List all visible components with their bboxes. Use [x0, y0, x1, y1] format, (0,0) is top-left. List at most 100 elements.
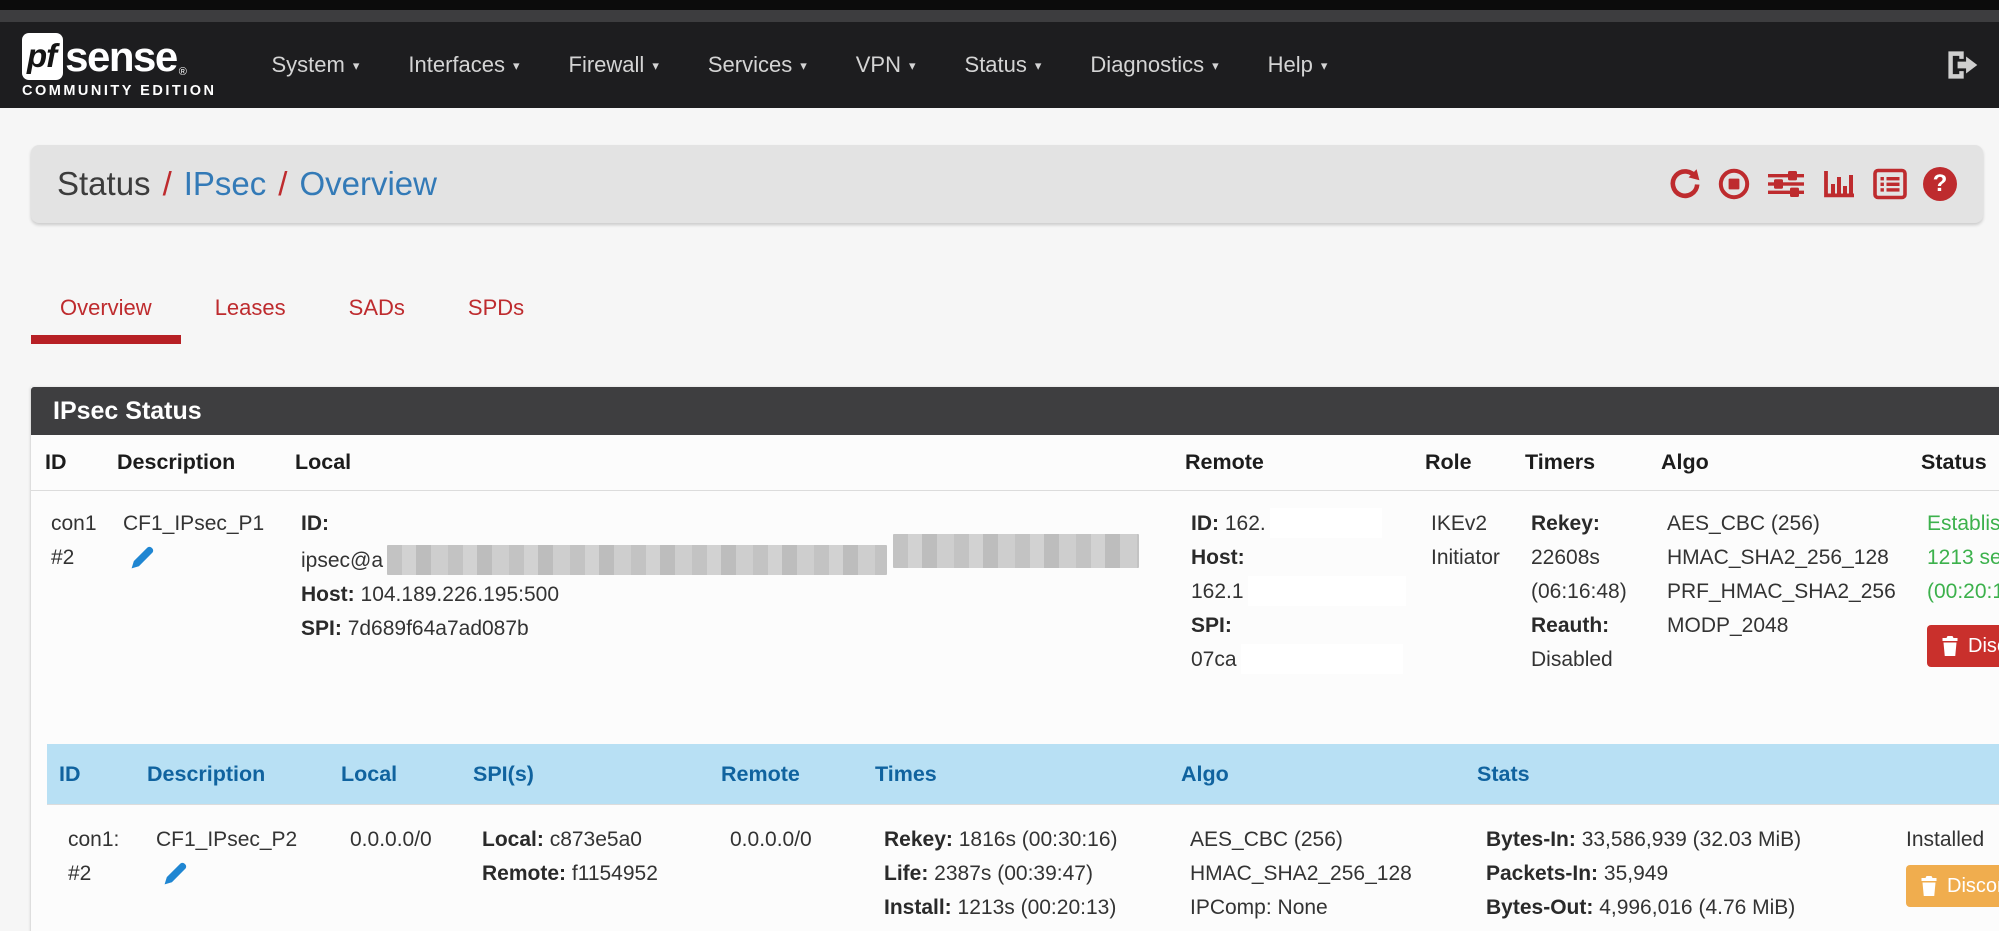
p2-remote-cell: 0.0.0.0/0 — [709, 805, 863, 931]
p2-col-header-description: Description — [135, 744, 329, 805]
edit-pencil-icon[interactable] — [129, 545, 155, 582]
ike-table: ID Description Local Remote Role Timers … — [31, 435, 1999, 931]
trash-icon — [1941, 636, 1959, 656]
disconnect-label: Disconnect — [1947, 873, 1999, 899]
p2-col-header-actions — [1885, 744, 1999, 805]
logo-row: pf sense ® — [22, 33, 216, 80]
bytes-in-label: Bytes-In: — [1486, 828, 1576, 851]
menu-item-help[interactable]: Help▾ — [1268, 52, 1328, 78]
col-header-status: Status — [1907, 435, 1999, 491]
disconnect-p1-button[interactable]: Disconnect — [1927, 625, 1999, 667]
timers-rekey-value: 22608s — [1531, 541, 1639, 575]
col-header-remote: Remote — [1171, 435, 1411, 491]
trash-icon — [1920, 876, 1938, 896]
algo-line: MODP_2048 — [1667, 609, 1899, 643]
menu-item-status[interactable]: Status▾ — [965, 52, 1042, 78]
menu-label: Interfaces — [408, 52, 505, 78]
spi-remote-label: Remote: — [482, 862, 566, 885]
packets-in-value: 35,949 — [1604, 862, 1668, 885]
redaction-block — [1241, 644, 1403, 674]
menu-label: VPN — [856, 52, 901, 78]
col-header-algo: Algo — [1647, 435, 1907, 491]
col-header-role: Role — [1411, 435, 1511, 491]
times-rekey-label: Rekey: — [884, 828, 953, 851]
child-table-row: ID Description Local SPI(s) Remote Times… — [31, 719, 1999, 931]
algo-line: PRF_HMAC_SHA2_256 — [1667, 575, 1899, 609]
col-header-local: Local — [281, 435, 1171, 491]
bar-chart-icon[interactable] — [1821, 167, 1857, 201]
ike-status-cell: Established 1213 seconds (00:20:13) ago … — [1907, 491, 1999, 720]
tab-spds[interactable]: SPDs — [439, 279, 553, 344]
tab-label: SADs — [349, 295, 405, 320]
menu-item-diagnostics[interactable]: Diagnostics▾ — [1090, 52, 1218, 78]
remote-id-label: ID: — [1191, 512, 1219, 535]
algo-line: AES_CBC (256) — [1190, 823, 1457, 857]
bytes-in-value: 33,586,939 (32.03 MiB) — [1582, 828, 1801, 851]
menu-label: Diagnostics — [1090, 52, 1204, 78]
ike-timers-cell: Rekey: 22608s (06:16:48) Reauth: Disable… — [1511, 491, 1647, 720]
role-line2: Initiator — [1431, 541, 1503, 575]
breadcrumb-separator: / — [163, 165, 172, 203]
times-life-value: 2387s (00:39:47) — [934, 862, 1093, 885]
p2-description: CF1_IPsec_P2 — [156, 823, 321, 857]
col-header-timers: Timers — [1511, 435, 1647, 491]
redaction-block — [1270, 508, 1382, 538]
tab-overview[interactable]: Overview — [31, 279, 181, 344]
tab-leases[interactable]: Leases — [186, 279, 315, 344]
redaction-block — [387, 545, 887, 575]
sliders-icon[interactable] — [1766, 167, 1806, 201]
times-install-value: 1213s (00:20:13) — [958, 896, 1117, 919]
chevron-down-icon: ▾ — [513, 58, 520, 74]
p2-local-cell: 0.0.0.0/0 — [329, 805, 461, 931]
help-icon[interactable]: ? — [1923, 167, 1957, 201]
remote-host-value: 162.1 — [1191, 580, 1244, 603]
list-icon[interactable] — [1872, 167, 1908, 201]
status-established: Established — [1927, 507, 1999, 541]
tab-label: Overview — [60, 295, 152, 320]
disconnect-label: Disconnect — [1968, 633, 1999, 659]
p2-spi-cell: Local: c873e5a0 Remote: f1154952 — [461, 805, 709, 931]
sign-out-icon — [1943, 48, 1981, 82]
p2-col-header-stats: Stats — [1465, 744, 1885, 805]
chevron-down-icon: ▾ — [652, 58, 659, 74]
menu-item-firewall[interactable]: Firewall▾ — [569, 52, 659, 78]
p2-description-cell: CF1_IPsec_P2 — [135, 805, 329, 931]
edit-pencil-icon[interactable] — [162, 861, 188, 898]
tab-label: SPDs — [468, 295, 524, 320]
stop-icon[interactable] — [1717, 167, 1751, 201]
ike-header-row: ID Description Local Remote Role Timers … — [31, 435, 1999, 491]
p2-remote-value: 0.0.0.0/0 — [730, 823, 855, 857]
ipsec-status-panel: IPsec Status ID Description Local Remote… — [31, 387, 1999, 931]
p2-col-header-spis: SPI(s) — [461, 744, 709, 805]
tab-label: Leases — [215, 295, 286, 320]
pfsense-logo[interactable]: pf sense ® COMMUNITY EDITION — [22, 33, 216, 99]
menu-item-vpn[interactable]: VPN▾ — [856, 52, 916, 78]
algo-line: AES_CBC (256) — [1667, 507, 1899, 541]
menu-item-services[interactable]: Services▾ — [708, 52, 807, 78]
breadcrumb-link-ipsec[interactable]: IPsec — [184, 165, 267, 203]
p2-col-header-times: Times — [863, 744, 1169, 805]
panel-title: IPsec Status — [31, 387, 1999, 435]
packets-in-label: Packets-In: — [1486, 862, 1598, 885]
times-rekey-value: 1816s (00:30:16) — [959, 828, 1118, 851]
tab-sads[interactable]: SADs — [320, 279, 434, 344]
breadcrumb-link-overview[interactable]: Overview — [299, 165, 437, 203]
chevron-down-icon: ▾ — [353, 58, 360, 74]
refresh-icon[interactable] — [1668, 167, 1702, 201]
top-navbar: pf sense ® COMMUNITY EDITION System▾ Int… — [0, 22, 1999, 108]
timers-reauth-value: Disabled — [1531, 643, 1639, 677]
p2-col-header-local: Local — [329, 744, 461, 805]
col-header-description: Description — [103, 435, 281, 491]
role-line1: IKEv2 — [1431, 507, 1503, 541]
algo-line: HMAC_SHA2_256_128 — [1190, 857, 1457, 891]
logo-subtitle: COMMUNITY EDITION — [22, 83, 216, 99]
chevron-down-icon: ▾ — [1035, 58, 1042, 74]
disconnect-p2-button[interactable]: Disconnect — [1906, 865, 1999, 907]
local-spi-value: 7d689f64a7ad087b — [348, 617, 529, 640]
p2-table: ID Description Local SPI(s) Remote Times… — [47, 744, 1999, 931]
logout-button[interactable] — [1943, 48, 1981, 87]
menu-item-system[interactable]: System▾ — [271, 52, 359, 78]
redaction-block — [893, 534, 1139, 568]
menu-item-interfaces[interactable]: Interfaces ▾ — [408, 52, 519, 78]
chevron-down-icon: ▾ — [1321, 58, 1328, 74]
